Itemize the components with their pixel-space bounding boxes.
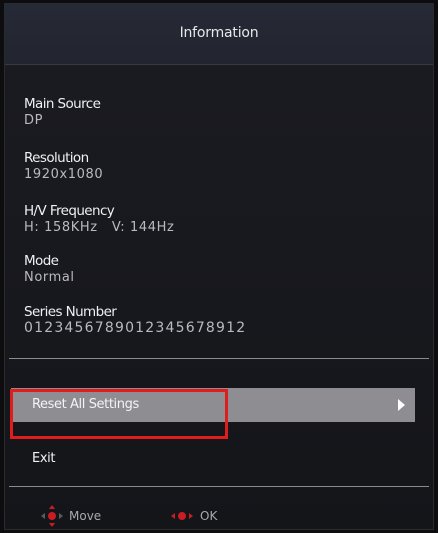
dpad-ok-icon: [171, 505, 193, 527]
resolution-label: Resolution: [24, 150, 89, 166]
main-source-field: Main Source DP: [24, 96, 101, 128]
resolution-field: Resolution 1920x1080: [24, 150, 103, 182]
chevron-right-icon: [398, 399, 405, 411]
mode-label: Mode: [24, 253, 59, 269]
mode-field: Mode Normal: [24, 253, 75, 285]
main-source-value: DP: [24, 113, 44, 128]
main-source-label: Main Source: [24, 96, 101, 112]
frequency-label: H/V Frequency: [24, 203, 115, 219]
series-number-field: Series Number 01234567890123456789​12: [24, 304, 246, 336]
exit-item[interactable]: Exit: [11, 442, 415, 476]
series-number-label: Series Number: [24, 304, 117, 320]
dpad-move-icon: [41, 505, 63, 527]
frequency-value: H: 158KHz V: 144Hz: [24, 220, 175, 235]
information-panel: Information Main Source DP Resolution 19…: [4, 3, 434, 530]
divider-bottom: [9, 486, 429, 487]
series-number-value: 01234567890123456789​12: [24, 320, 247, 336]
ok-hint-label: OK: [200, 509, 218, 523]
footer-hints: Move OK: [5, 501, 433, 527]
exit-label: Exit: [32, 451, 56, 466]
divider-top: [9, 358, 429, 359]
page-title: Information: [179, 25, 259, 41]
frequency-field: H/V Frequency H: 158KHz V: 144Hz: [24, 203, 174, 235]
title-bar: Information: [5, 4, 433, 65]
resolution-value: 1920x1080: [24, 167, 104, 182]
mode-value: Normal: [24, 270, 75, 285]
move-hint-label: Move: [69, 509, 102, 523]
selection-highlight-box: [10, 389, 228, 439]
